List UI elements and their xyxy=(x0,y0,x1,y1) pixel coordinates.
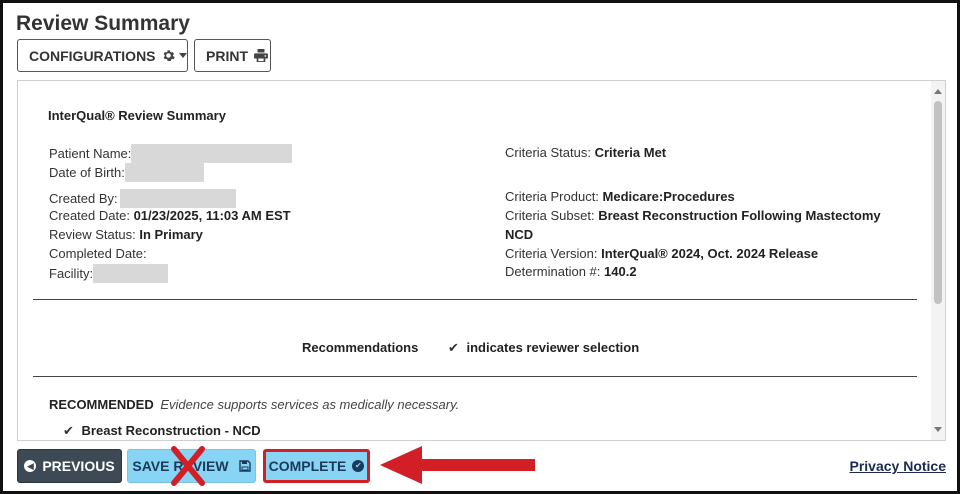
determination-value: 140.2 xyxy=(604,264,637,279)
created-by-row: Created By: xyxy=(49,189,236,208)
summary-heading: InterQual® Review Summary xyxy=(48,108,226,123)
created-date-value: 01/23/2025, 11:03 AM EST xyxy=(133,208,291,223)
floppy-disk-icon xyxy=(238,460,251,472)
determination-label: Determination #: xyxy=(505,264,601,279)
completed-date-row: Completed Date: xyxy=(49,246,147,261)
caret-down-icon xyxy=(178,53,187,58)
criteria-version-value: InterQual® 2024, Oct. 2024 Release xyxy=(601,246,819,261)
redacted-patient-name xyxy=(131,144,293,163)
criteria-product-value: Medicare:Procedures xyxy=(602,189,735,204)
criteria-version-label: Criteria Version: xyxy=(505,246,598,261)
scroll-up-arrow-icon[interactable] xyxy=(934,89,942,94)
configurations-button[interactable]: CONFIGURATIONS xyxy=(17,39,188,72)
check-icon: ✔ xyxy=(63,423,74,438)
redacted-dob xyxy=(124,163,204,182)
printer-icon xyxy=(254,49,268,62)
created-date-label: Created Date: xyxy=(49,208,130,223)
criteria-status-row: Criteria Status: Criteria Met xyxy=(505,145,666,160)
configurations-label: CONFIGURATIONS xyxy=(29,47,156,64)
criteria-status-value: Criteria Met xyxy=(594,145,667,160)
divider xyxy=(33,376,917,377)
check-icon: ✔ xyxy=(447,340,459,355)
review-summary-panel: InterQual® Review Summary Patient Name: … xyxy=(17,80,946,441)
gear-icon xyxy=(162,49,175,62)
recommended-label: RECOMMENDED xyxy=(49,397,154,412)
divider xyxy=(33,299,917,300)
patient-name-row: Patient Name: xyxy=(49,144,293,163)
review-status-label: Review Status: xyxy=(49,227,136,242)
previous-button[interactable]: ◀ PREVIOUS xyxy=(17,449,122,483)
redacted-facility xyxy=(93,264,169,283)
check-circle-icon: ✔ xyxy=(352,460,365,472)
facility-label: Facility: xyxy=(49,266,94,281)
print-label: PRINT xyxy=(206,47,248,64)
recommended-item-label: Breast Reconstruction - NCD xyxy=(81,423,261,438)
scrollbar-thumb[interactable] xyxy=(934,101,942,304)
facility-row: Facility: xyxy=(49,264,169,283)
criteria-subset-value-cont: NCD xyxy=(505,227,534,242)
patient-name-label: Patient Name: xyxy=(49,146,132,161)
recommendations-title: Recommendations xyxy=(302,340,419,355)
review-status-value: In Primary xyxy=(139,227,203,242)
criteria-status-label: Criteria Status: xyxy=(505,145,591,160)
dob-row: Date of Birth: xyxy=(49,163,204,182)
created-date-row: Created Date: 01/23/2025, 11:03 AM EST xyxy=(49,208,291,223)
recommended-row: RECOMMENDED Evidence supports services a… xyxy=(49,397,459,412)
determination-row: Determination #: 140.2 xyxy=(505,264,637,279)
vertical-scrollbar[interactable] xyxy=(931,81,945,440)
criteria-subset-label: Criteria Subset: xyxy=(505,208,595,223)
recommended-item: ✔ Breast Reconstruction - NCD xyxy=(63,423,261,439)
print-button[interactable]: PRINT xyxy=(194,39,271,72)
criteria-subset-continued: NCD xyxy=(505,227,533,242)
completed-date-label: Completed Date: xyxy=(49,246,147,261)
privacy-notice-link[interactable]: Privacy Notice xyxy=(850,458,947,474)
dob-label: Date of Birth: xyxy=(49,165,125,180)
review-status-row: Review Status: In Primary xyxy=(49,227,203,242)
complete-label: COMPLETE xyxy=(268,458,347,474)
criteria-product-row: Criteria Product: Medicare:Procedures xyxy=(505,189,735,204)
arrow-left-circle-icon: ◀ xyxy=(24,460,37,472)
page-title: Review Summary xyxy=(16,12,190,35)
criteria-subset-value: Breast Reconstruction Following Mastecto… xyxy=(598,208,881,223)
redacted-created-by xyxy=(119,189,236,208)
previous-label: PREVIOUS xyxy=(42,458,115,474)
criteria-version-row: Criteria Version: InterQual® 2024, Oct. … xyxy=(505,246,818,261)
created-by-label: Created By: xyxy=(49,191,118,206)
red-arrow-icon xyxy=(380,446,535,484)
criteria-subset-row: Criteria Subset: Breast Reconstruction F… xyxy=(505,208,881,223)
scroll-down-arrow-icon[interactable] xyxy=(934,427,942,432)
recommendations-legend: indicates reviewer selection xyxy=(466,340,640,355)
recommendations-header: Recommendations ✔ indicates reviewer sel… xyxy=(302,340,639,356)
red-x-icon xyxy=(171,446,205,486)
criteria-product-label: Criteria Product: xyxy=(505,189,599,204)
complete-button[interactable]: COMPLETE ✔ xyxy=(263,449,370,483)
recommended-note: Evidence supports services as medically … xyxy=(160,397,460,412)
